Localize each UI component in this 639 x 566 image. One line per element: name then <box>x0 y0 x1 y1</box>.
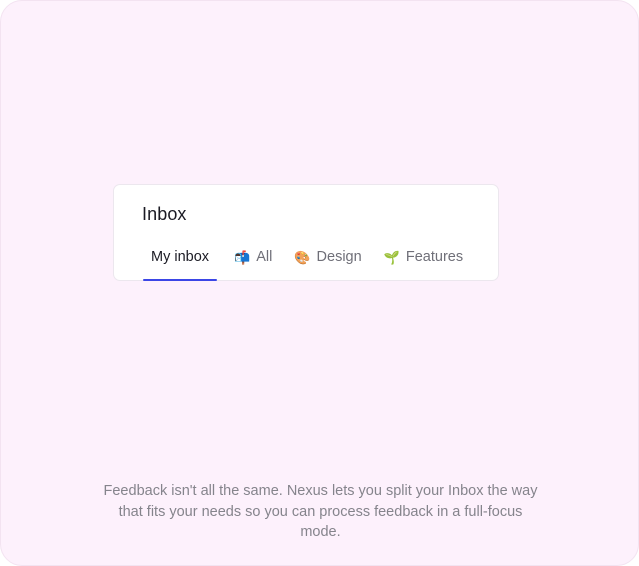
tab-label: Design <box>316 249 362 265</box>
feature-description: Feedback isn't all the same. Nexus lets … <box>103 483 538 540</box>
mailbox-icon: 📬 <box>234 249 251 265</box>
seedling-icon: 🌱 <box>383 249 400 265</box>
tab-design[interactable]: 🎨 Design <box>294 241 361 273</box>
inbox-card: Inbox My inbox 📬 All 🎨 Design 🌱 Features <box>113 184 499 281</box>
tab-features[interactable]: 🌱 Features <box>384 241 463 273</box>
feature-panel: Inbox My inbox 📬 All 🎨 Design 🌱 Features… <box>0 0 639 566</box>
tab-label: Features <box>405 249 464 265</box>
inbox-title: Inbox <box>142 204 187 224</box>
tab-my-inbox[interactable]: My inbox <box>143 241 218 281</box>
tab-label: My inbox <box>151 249 210 265</box>
inbox-tabs: My inbox 📬 All 🎨 Design 🌱 Features <box>143 241 485 281</box>
tab-all[interactable]: 📬 All <box>234 241 272 273</box>
palette-icon: 🎨 <box>294 249 311 265</box>
tab-label: All <box>256 249 273 265</box>
